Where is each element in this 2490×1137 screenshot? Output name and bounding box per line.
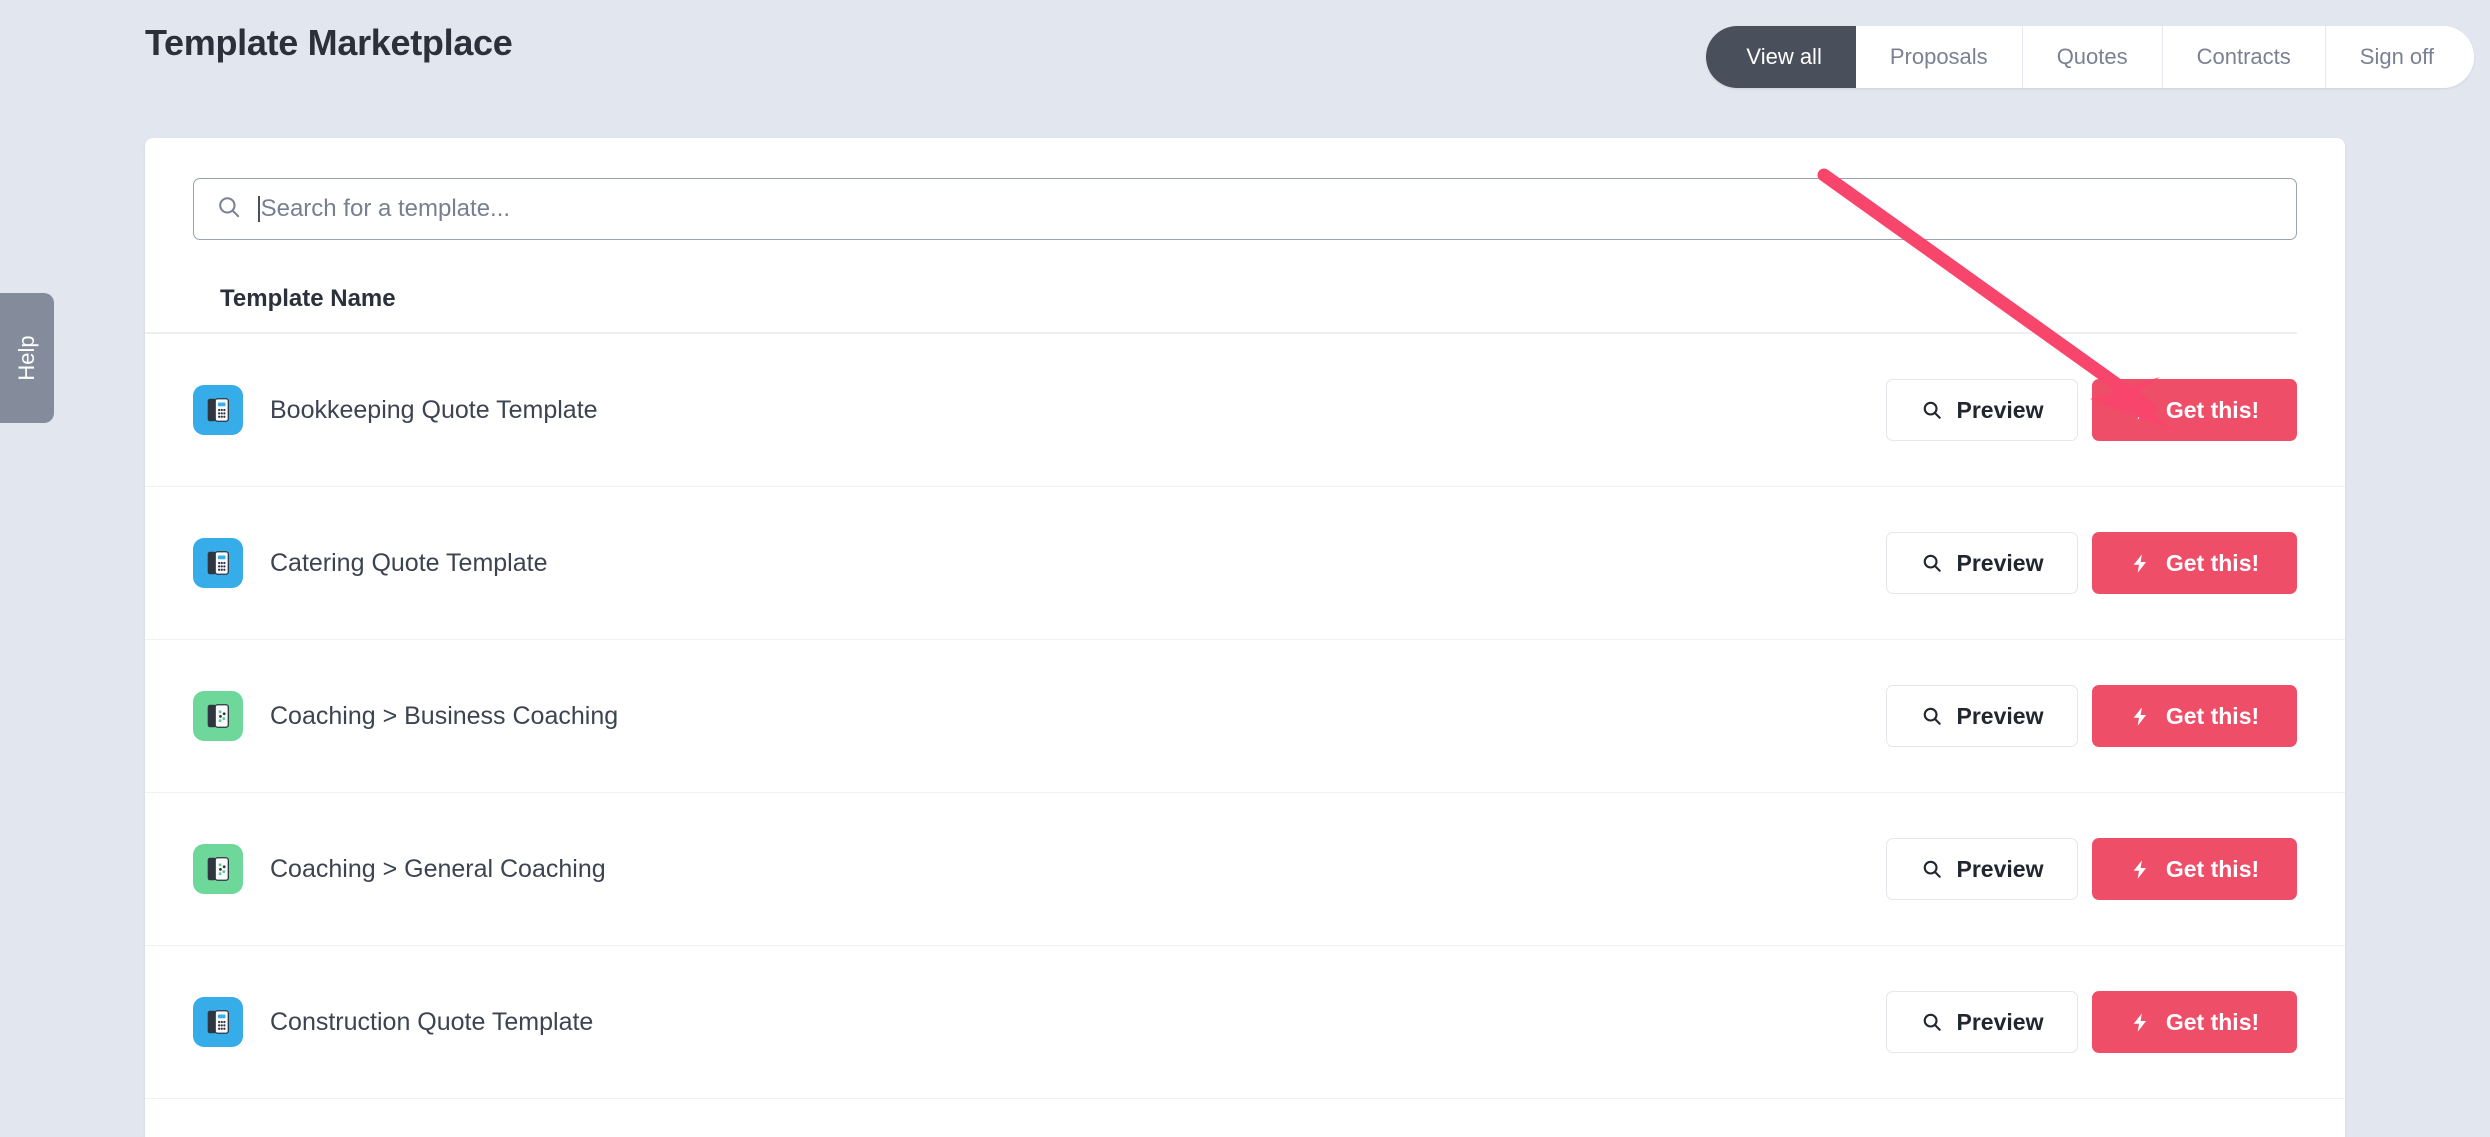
- text-cursor: [258, 196, 260, 222]
- lightning-bolt-icon: [2133, 553, 2146, 573]
- row-actions: Preview Get this!: [1886, 838, 2297, 900]
- template-marketplace-card: Search for a template... Template Name B…: [145, 138, 2345, 1137]
- template-name: Construction Quote Template: [270, 1007, 594, 1036]
- table-row[interactable]: Catering Quote Template Preview Get this…: [145, 487, 2345, 640]
- row-actions: Preview Get this!: [1886, 991, 2297, 1053]
- calculator-icon: [193, 997, 243, 1047]
- tab-label: Contracts: [2196, 44, 2291, 69]
- search-icon: [1923, 860, 1941, 878]
- search-icon: [1923, 554, 1941, 572]
- template-name: Coaching > Business Coaching: [270, 701, 619, 730]
- table-header-row: Template Name: [145, 266, 2297, 334]
- view-filter-tabs: View all Proposals Quotes Contracts Sign…: [1706, 26, 2474, 88]
- calculator-icon: [193, 538, 243, 588]
- search-input[interactable]: Search for a template...: [193, 178, 2297, 240]
- preview-label: Preview: [1956, 855, 2044, 882]
- search-icon: [216, 194, 242, 225]
- help-tab-button[interactable]: Help: [0, 293, 54, 423]
- template-name: Bookkeeping Quote Template: [270, 395, 598, 424]
- row-actions: Preview Get this!: [1886, 379, 2297, 441]
- get-this-label: Get this!: [2165, 855, 2260, 882]
- templates-table: Template Name Bookkeeping Quote Template…: [145, 266, 2345, 1137]
- lightning-bolt-icon: [2133, 400, 2146, 420]
- template-name: Catering Quote Template: [270, 548, 548, 577]
- column-header-template-name: Template Name: [220, 285, 396, 312]
- row-actions: Preview Get this!: [1886, 685, 2297, 747]
- table-row[interactable]: Coaching > Business Coaching Preview Get…: [145, 640, 2345, 793]
- tab-label: Quotes: [2056, 44, 2128, 69]
- lightning-bolt-icon: [2133, 706, 2146, 726]
- get-this-button[interactable]: Get this!: [2092, 379, 2297, 441]
- get-this-button[interactable]: Get this!: [2092, 532, 2297, 594]
- document-icon: [193, 844, 243, 894]
- search-icon: [1923, 401, 1941, 419]
- search-icon: [1923, 1013, 1941, 1031]
- tab-label: View all: [1746, 44, 1822, 69]
- preview-button[interactable]: Preview: [1886, 379, 2078, 441]
- table-row[interactable]: Coaching > General Coaching Preview Get …: [145, 793, 2345, 946]
- preview-label: Preview: [1956, 549, 2044, 576]
- get-this-button[interactable]: Get this!: [2092, 685, 2297, 747]
- preview-button[interactable]: Preview: [1886, 838, 2078, 900]
- table-row[interactable]: Bookkeeping Quote Template Preview Get t…: [145, 334, 2345, 487]
- preview-label: Preview: [1956, 396, 2044, 423]
- tab-view-all[interactable]: View all: [1706, 26, 1856, 88]
- calculator-icon: [193, 385, 243, 435]
- search-icon: [1923, 707, 1941, 725]
- document-icon: [193, 691, 243, 741]
- get-this-button[interactable]: Get this!: [2092, 838, 2297, 900]
- get-this-label: Get this!: [2165, 396, 2260, 423]
- preview-button[interactable]: Preview: [1886, 532, 2078, 594]
- page-title: Template Marketplace: [145, 22, 513, 63]
- preview-button[interactable]: Preview: [1886, 991, 2078, 1053]
- tab-label: Proposals: [1889, 44, 1988, 69]
- table-row[interactable]: Consulting > Business Consulting Preview…: [145, 1099, 2345, 1137]
- preview-label: Preview: [1956, 702, 2044, 729]
- search-placeholder: Search for a template...: [260, 195, 511, 222]
- top-header-bar: Template Marketplace View all Proposals …: [0, 0, 2490, 107]
- tab-quotes[interactable]: Quotes: [2022, 26, 2163, 88]
- tab-proposals[interactable]: Proposals: [1855, 26, 2023, 88]
- preview-button[interactable]: Preview: [1886, 685, 2078, 747]
- template-name: Coaching > General Coaching: [270, 854, 606, 883]
- tab-contracts[interactable]: Contracts: [2162, 26, 2326, 88]
- get-this-button[interactable]: Get this!: [2092, 991, 2297, 1053]
- get-this-label: Get this!: [2165, 549, 2260, 576]
- lightning-bolt-icon: [2133, 1012, 2146, 1032]
- help-tab-label: Help: [14, 335, 39, 381]
- get-this-label: Get this!: [2165, 702, 2260, 729]
- preview-label: Preview: [1956, 1008, 2044, 1035]
- row-actions: Preview Get this!: [1886, 532, 2297, 594]
- table-row[interactable]: Construction Quote Template Preview Get …: [145, 946, 2345, 1099]
- tab-label: Sign off: [2359, 44, 2434, 69]
- get-this-label: Get this!: [2165, 1008, 2260, 1035]
- lightning-bolt-icon: [2133, 859, 2146, 879]
- tab-sign-off[interactable]: Sign off: [2325, 26, 2474, 88]
